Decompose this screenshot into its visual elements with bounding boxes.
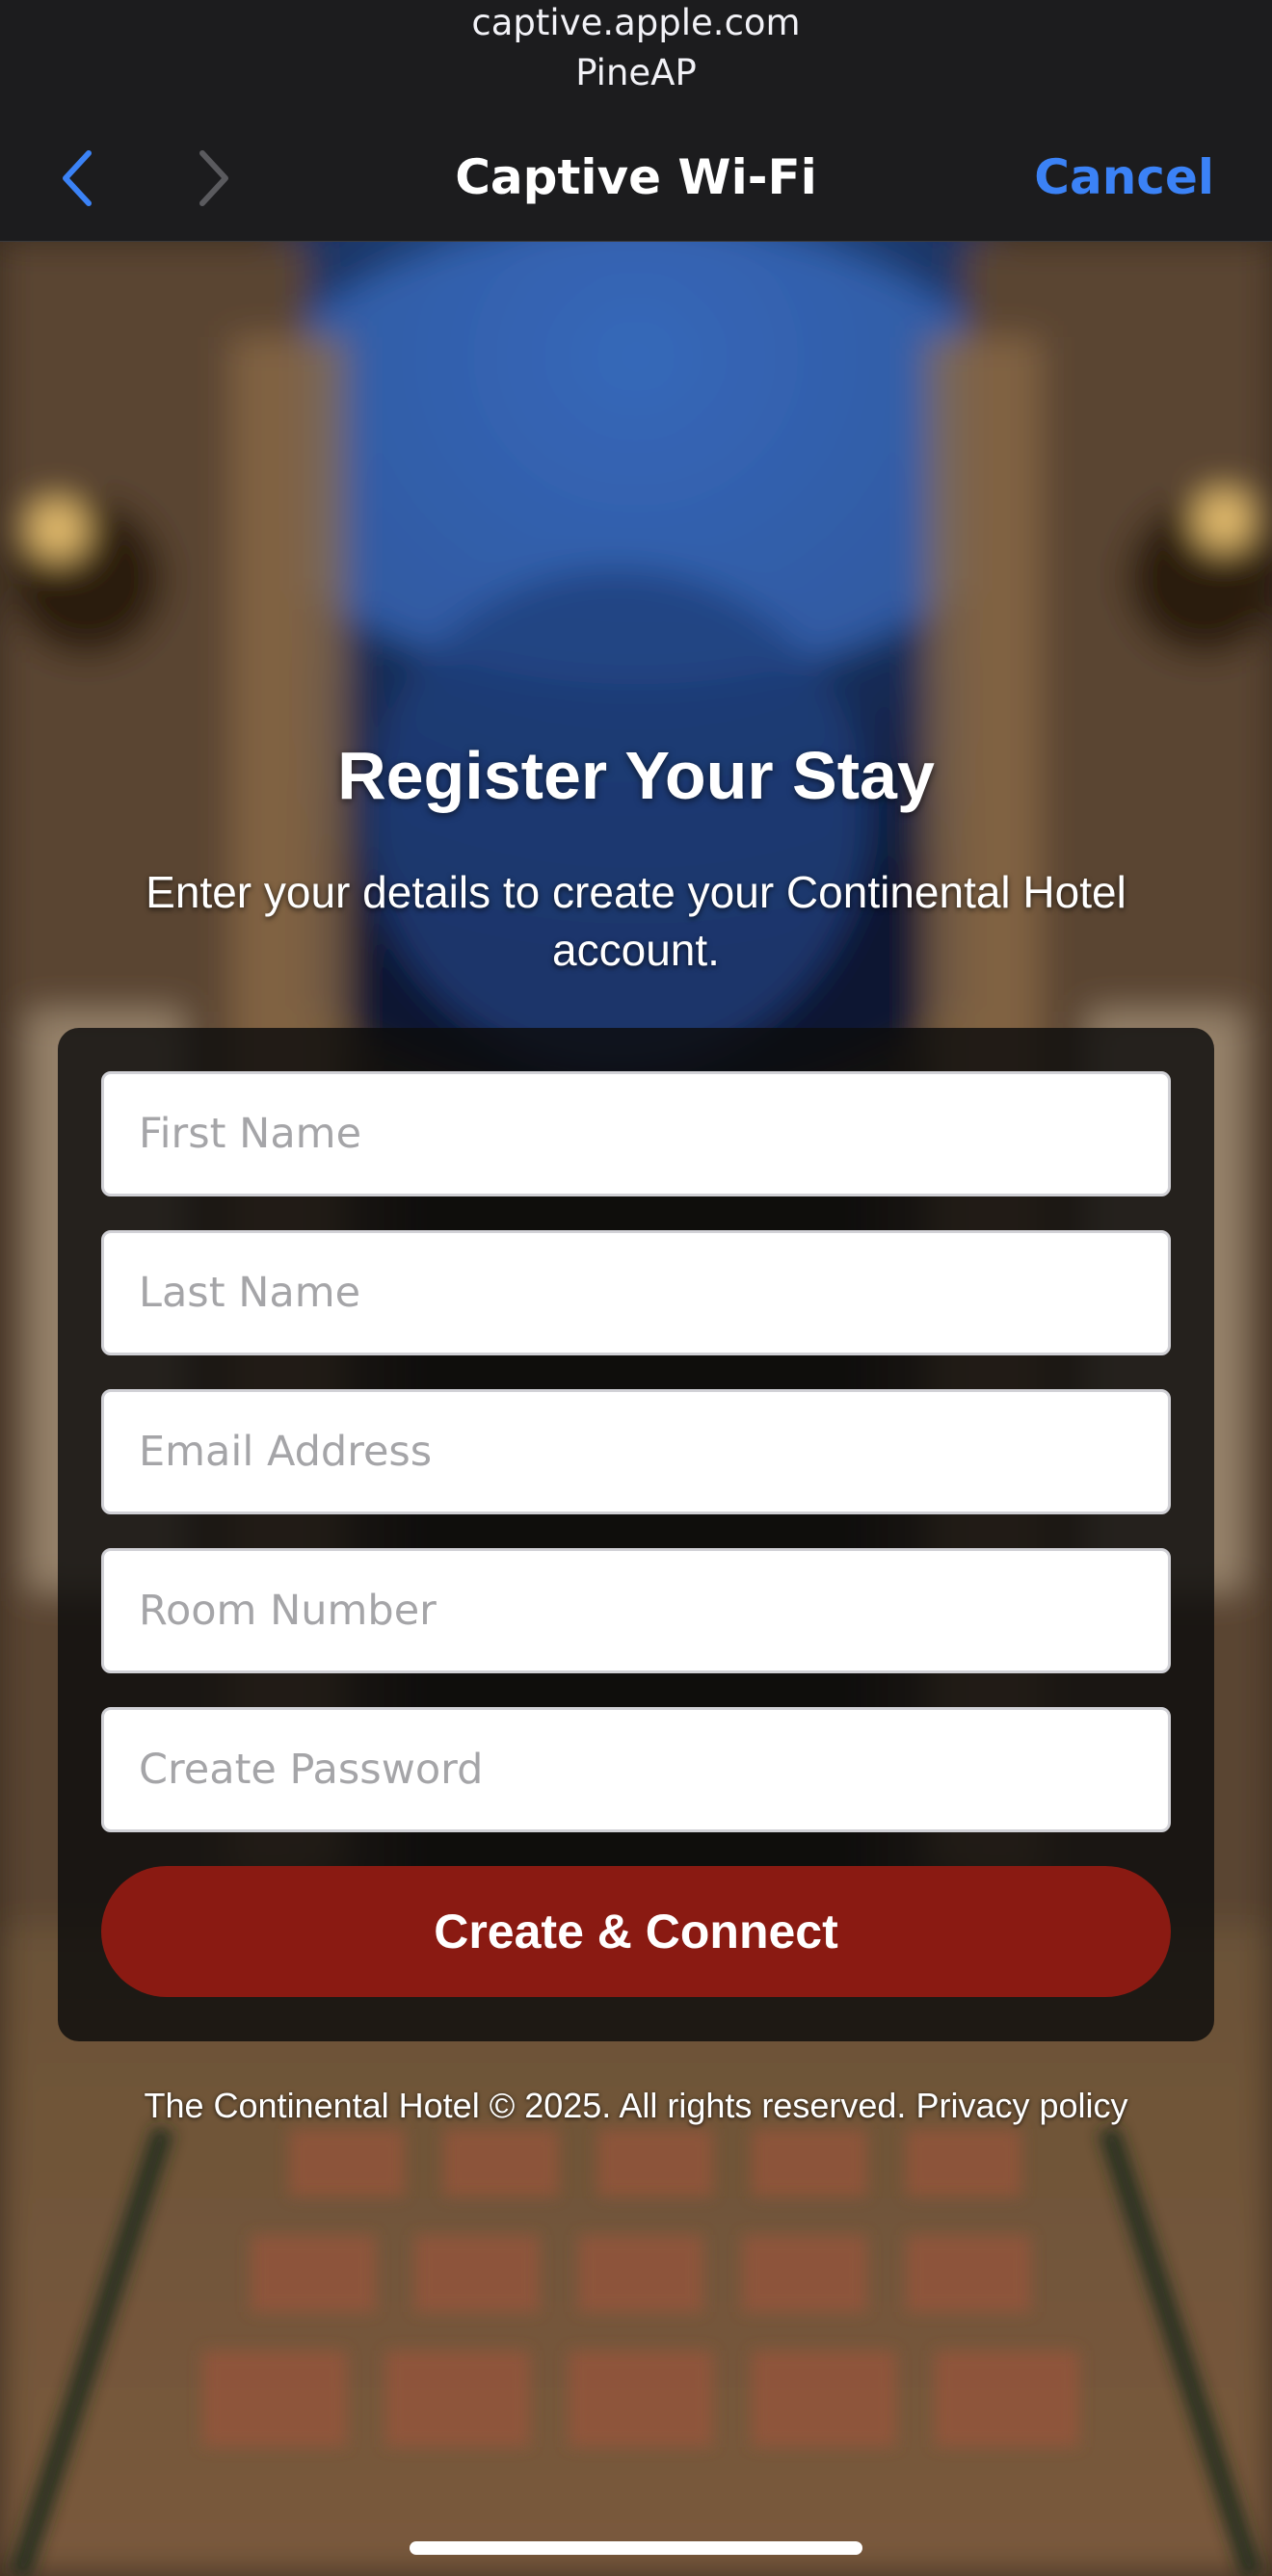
room-number-field[interactable] [101,1548,1171,1673]
page-subheading: Enter your details to create your Contin… [146,867,1126,975]
browser-top-bar: captive.apple.com PineAP Captive Wi-Fi C… [0,0,1272,242]
last-name-field[interactable] [101,1230,1171,1355]
footer: The Continental Hotel © 2025. All rights… [0,2083,1272,2129]
email-field[interactable] [101,1389,1171,1514]
page-heading: Register Your Stay [337,738,935,813]
cancel-button[interactable]: Cancel [1034,146,1214,208]
url-host: captive.apple.com [471,2,801,43]
privacy-policy-link[interactable]: Privacy policy [915,2086,1127,2125]
home-indicator [410,2541,862,2555]
first-name-field[interactable] [101,1071,1171,1196]
network-name: PineAP [575,52,697,93]
create-connect-button[interactable]: Create & Connect [101,1866,1171,1997]
footer-copyright: The Continental Hotel © 2025. All rights… [144,2086,907,2125]
password-field[interactable] [101,1707,1171,1832]
registration-form-card: Create & Connect [58,1028,1214,2041]
